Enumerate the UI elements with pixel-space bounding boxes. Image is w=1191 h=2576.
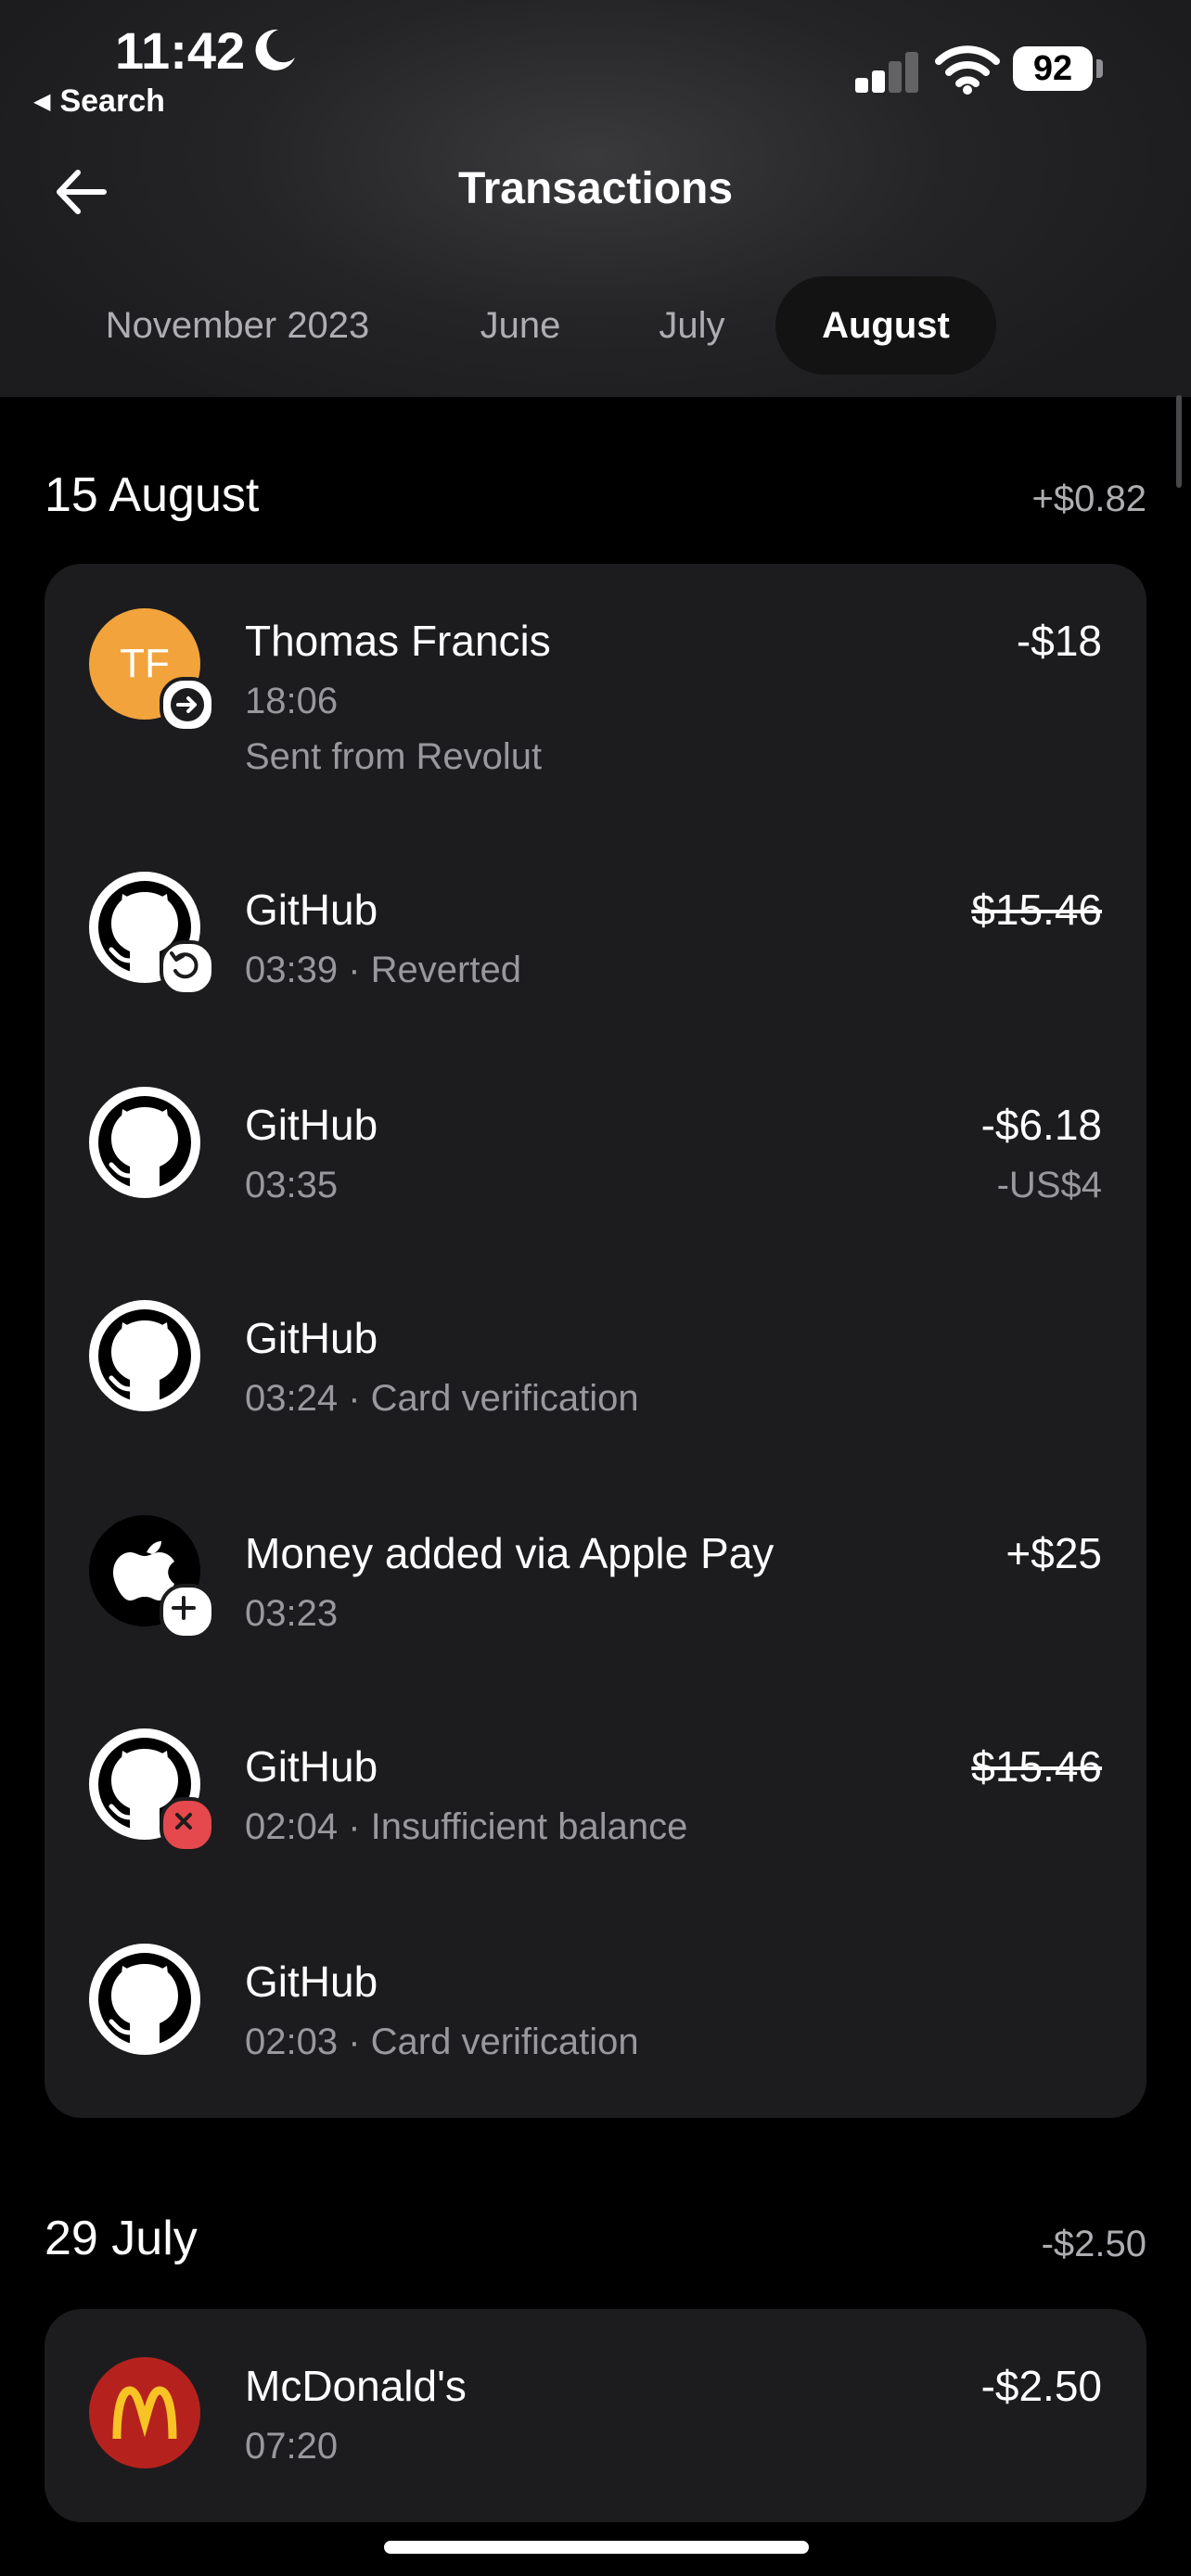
transaction-original-amount: -US$4: [996, 1165, 1102, 1205]
transaction-name: McDonald's: [245, 2362, 467, 2410]
back-search-label: Search: [59, 83, 165, 119]
github-logo-icon: [89, 1300, 200, 1411]
transaction-amount: -$2.50: [980, 2362, 1102, 2410]
transaction-time: 07:20: [245, 2426, 339, 2467]
transaction-name: GitHub: [245, 1314, 378, 1362]
transaction-row[interactable]: GitHub 02:03 · Card verification: [45, 1905, 1146, 2118]
tab-august[interactable]: August: [775, 276, 996, 375]
wifi-icon: [935, 45, 1000, 95]
plus-badge-icon: [160, 1584, 215, 1639]
tab-july[interactable]: July: [627, 276, 757, 375]
transaction-time: 02:03 · Card verification: [245, 2021, 639, 2062]
transaction-time: 02:04 · Insufficient balance: [245, 1806, 688, 1847]
battery-nub: [1096, 59, 1103, 78]
transaction-row[interactable]: GitHub 03:24 · Card verification: [45, 1261, 1146, 1476]
transaction-row[interactable]: McDonald's 07:20 -$2.50: [45, 2309, 1146, 2522]
transaction-time: 18:06: [245, 681, 339, 721]
tab-june[interactable]: June: [455, 276, 586, 375]
transaction-amount: -$6.18: [980, 1101, 1102, 1149]
transaction-name: GitHub: [245, 1101, 378, 1149]
transaction-name: GitHub: [245, 1742, 378, 1791]
tab-november-2023[interactable]: November 2023: [61, 276, 414, 375]
transactions-card: McDonald's 07:20 -$2.50: [45, 2309, 1146, 2522]
home-indicator[interactable]: [384, 2541, 809, 2554]
transaction-time: 03:23: [245, 1593, 339, 1634]
transaction-row[interactable]: TF Thomas Francis 18:06 Sent from Revolu…: [45, 564, 1146, 833]
scrollbar[interactable]: [1176, 395, 1182, 488]
transaction-row[interactable]: GitHub 02:04 · Insufficient balance $15.…: [45, 1690, 1146, 1905]
transaction-name: Money added via Apple Pay: [245, 1529, 775, 1577]
transaction-amount: $15.46: [971, 1742, 1102, 1791]
header: 11:42 ◀ Search 92 Transactions November 2…: [0, 0, 1191, 397]
revert-badge-icon: [160, 940, 215, 996]
section-total: -$2.50: [1041, 2224, 1146, 2264]
transaction-name: GitHub: [245, 1958, 378, 2006]
arrow-right-badge-icon: [160, 677, 215, 733]
transaction-name: Thomas Francis: [245, 617, 551, 665]
transaction-time: 03:39 · Reverted: [245, 950, 521, 990]
transaction-time: 03:24 · Card verification: [245, 1378, 639, 1419]
github-logo-icon: [89, 1944, 200, 2055]
battery-indicator: 92: [1013, 46, 1093, 91]
back-to-search-link[interactable]: ◀ Search: [33, 83, 165, 120]
status-time: 11:42: [115, 21, 246, 80]
transaction-row[interactable]: Money added via Apple Pay 03:23 +$25: [45, 1476, 1146, 1690]
page-title: Transactions: [457, 164, 734, 213]
cell-signal-icon: [855, 52, 920, 93]
section-date: 29 July: [45, 2212, 198, 2265]
transactions-card: TF Thomas Francis 18:06 Sent from Revolu…: [45, 564, 1146, 2118]
transaction-time: 03:35: [245, 1165, 339, 1205]
github-logo-icon: [89, 1087, 200, 1198]
back-triangle-icon: ◀: [33, 89, 51, 114]
section-date: 15 August: [45, 468, 260, 522]
transaction-note: Sent from Revolut: [245, 736, 543, 777]
declined-badge-icon: [160, 1797, 215, 1853]
transaction-row[interactable]: GitHub 03:39 · Reverted $15.46: [45, 833, 1146, 1048]
transaction-amount: +$25: [1005, 1529, 1102, 1577]
transaction-row[interactable]: GitHub 03:35 -$6.18 -US$4: [45, 1048, 1146, 1261]
moon-icon: [255, 29, 295, 70]
transaction-name: GitHub: [245, 886, 378, 934]
section-total: +$0.82: [1031, 478, 1146, 519]
mcdonalds-logo-icon: [89, 2357, 200, 2468]
transaction-amount: $15.46: [971, 886, 1102, 934]
transaction-amount: -$18: [1016, 617, 1102, 665]
